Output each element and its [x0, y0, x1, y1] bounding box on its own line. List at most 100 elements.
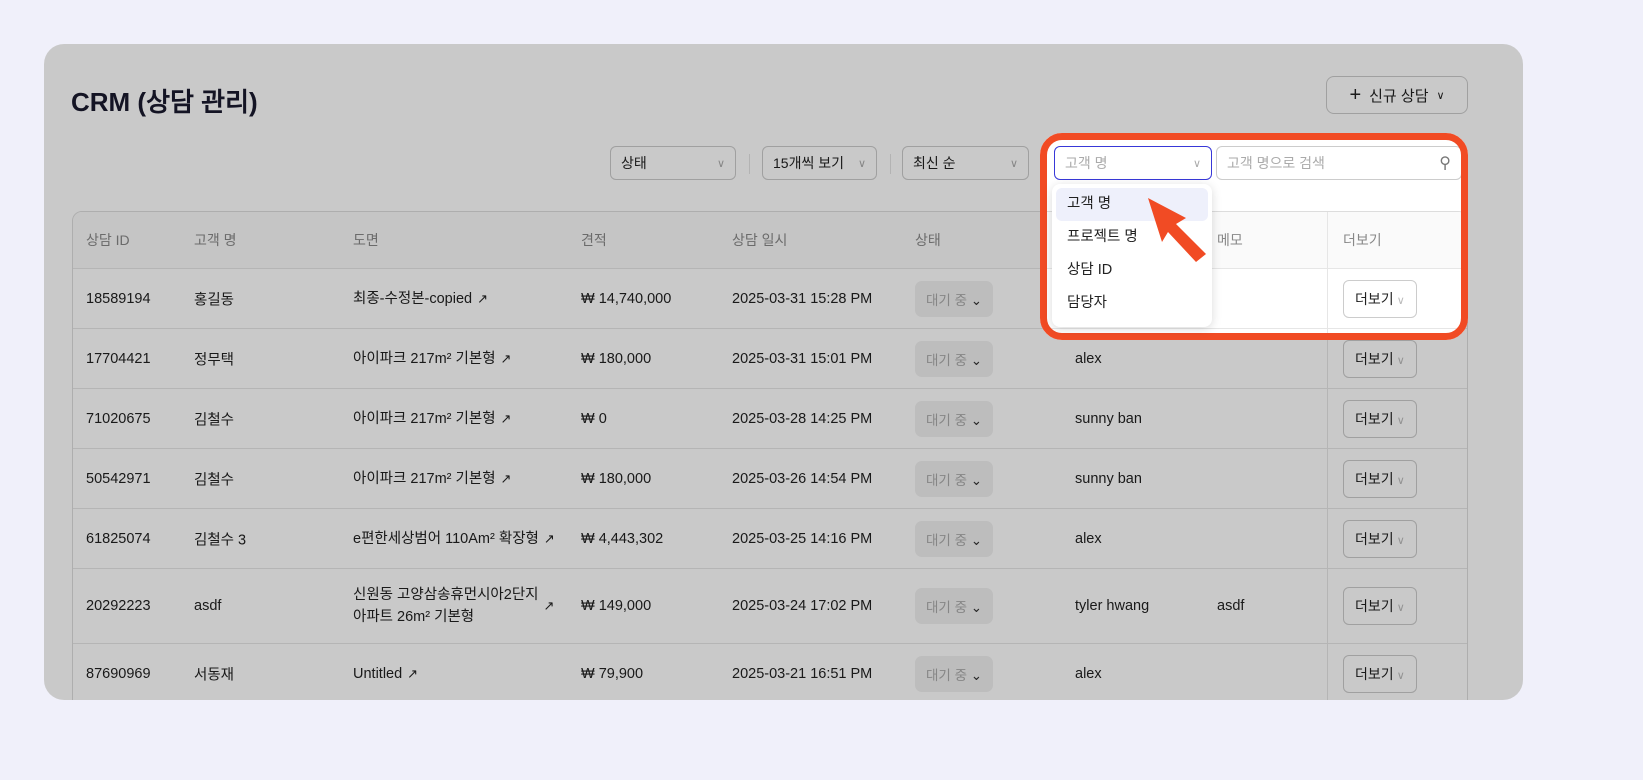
status-filter[interactable]: 상태 ∨: [610, 146, 736, 180]
cell-customer: 정무택: [194, 352, 235, 368]
chevron-down-icon: ∨: [1393, 534, 1405, 547]
sort-label: 최신 순: [913, 155, 956, 171]
search-placeholder: 고객 명으로 검색: [1227, 155, 1325, 171]
more-dropdown[interactable]: 더보기 ∨: [1343, 587, 1417, 625]
chevron-down-icon: ⌄: [967, 412, 983, 428]
more-dropdown[interactable]: 더보기 ∨: [1343, 279, 1417, 318]
cell-customer: 홍길동: [194, 292, 235, 308]
more-dropdown[interactable]: 더보기 ∨: [1343, 339, 1417, 378]
cell-estimate: ₩ 79,900: [581, 665, 644, 682]
more-label: 더보기: [1355, 290, 1394, 307]
external-link-icon[interactable]: ↗: [501, 471, 512, 486]
cell-manager: sunny ban: [1075, 470, 1142, 487]
cell-drawing[interactable]: 아이파크 217m² 기본형 ↗: [353, 348, 511, 370]
drawing-link[interactable]: 아이파크 217m² 기본형: [353, 468, 496, 490]
more-dropdown[interactable]: 더보기 ∨: [1343, 459, 1417, 498]
chevron-down-icon: ∨: [1393, 294, 1405, 307]
external-link-icon[interactable]: ↗: [477, 291, 488, 306]
column-header-id: 상담 ID: [86, 232, 130, 248]
cell-estimate: ₩ 180,000: [581, 350, 652, 367]
crm-card: CRM (상담 관리) + 신규 상담 ∨ 상태 ∨ 15개씩 보기 ∨ 최신 순 ∨ 고…: [44, 44, 1523, 700]
table-row[interactable]: 18589194 홍길동 최종-수정본-copied ↗ ₩ 14,740,000 202…: [73, 269, 1467, 329]
drawing-link[interactable]: Untitled: [353, 663, 402, 685]
status-dropdown[interactable]: 대기 중 ⌄: [915, 280, 994, 317]
table-row[interactable]: 17704421 정무택 아이파크 217m² 기본형 ↗ ₩ 180,000 2025-…: [73, 329, 1467, 389]
more-label: 더보기: [1355, 350, 1394, 367]
table-row[interactable]: 50542971 김철수 아이파크 217m² 기본형 ↗ ₩ 180,000 2025-…: [73, 449, 1467, 509]
status-label: 대기 중: [926, 352, 968, 368]
status-dropdown[interactable]: 대기 중 ⌄: [915, 520, 994, 557]
cell-id: 17704421: [86, 350, 151, 367]
cell-manager: alex: [1075, 350, 1102, 367]
cell-datetime: 2025-03-24 17:02 PM: [732, 598, 873, 614]
status-dropdown[interactable]: 대기 중 ⌄: [915, 400, 994, 437]
external-link-icon[interactable]: ↗: [407, 666, 418, 681]
cell-drawing[interactable]: Untitled ↗: [353, 663, 418, 685]
drawing-link[interactable]: 최종-수정본-copied: [353, 288, 472, 310]
cell-datetime: 2025-03-21 16:51 PM: [732, 665, 873, 682]
cell-datetime: 2025-03-25 14:16 PM: [732, 530, 873, 547]
column-header-status: 상태: [915, 232, 941, 248]
status-label: 대기 중: [926, 292, 968, 308]
new-consultation-label: 신규 상담: [1369, 87, 1429, 105]
table-row[interactable]: 87690969 서동재 Untitled ↗ ₩ 79,900 2025-03-21 1…: [73, 644, 1467, 700]
cell-customer: asdf: [194, 598, 222, 614]
more-dropdown[interactable]: 더보기 ∨: [1343, 399, 1417, 438]
table-row[interactable]: 61825074 김철수 3 e편한세상범어 110Am² 확장형 ↗ ₩ 4,443,…: [73, 509, 1467, 569]
status-dropdown[interactable]: 대기 중 ⌄: [915, 340, 994, 377]
more-dropdown[interactable]: 더보기 ∨: [1343, 654, 1417, 693]
chevron-down-icon: ∨: [716, 157, 725, 170]
status-dropdown[interactable]: 대기 중 ⌄: [915, 588, 994, 624]
external-link-icon[interactable]: ↗: [544, 598, 555, 613]
cell-manager: alex: [1075, 530, 1102, 547]
divider: [890, 154, 891, 174]
cell-drawing[interactable]: 아이파크 217m² 기본형 ↗: [353, 408, 511, 430]
drawing-link[interactable]: 아이파크 217m² 기본형: [353, 348, 496, 370]
cell-manager: sunny ban: [1075, 410, 1142, 427]
menu-item[interactable]: 담당자: [1056, 287, 1208, 320]
column-header-more: 더보기: [1343, 232, 1382, 248]
search-input[interactable]: 고객 명으로 검색 ⚲: [1216, 146, 1462, 180]
chevron-down-icon: ∨: [1393, 669, 1405, 682]
page-size-select[interactable]: 15개씩 보기 ∨: [762, 146, 877, 180]
chevron-down-icon: ∨: [857, 157, 866, 170]
table-row[interactable]: 20292223 asdf 신원동 고양삼송휴먼시아2단지 아파트 26m² 기본형…: [73, 569, 1467, 644]
chevron-down-icon: ⌄: [967, 472, 983, 488]
drawing-link[interactable]: e편한세상범어 110Am² 확장형: [353, 528, 539, 550]
search-icon[interactable]: ⚲: [1439, 153, 1451, 173]
cell-datetime: 2025-03-28 14:25 PM: [732, 410, 873, 427]
cell-datetime: 2025-03-26 14:54 PM: [732, 470, 873, 487]
status-dropdown[interactable]: 대기 중 ⌄: [915, 655, 994, 692]
external-link-icon[interactable]: ↗: [501, 351, 512, 366]
cell-memo: asdf: [1217, 598, 1245, 614]
cell-estimate: ₩ 14,740,000: [581, 290, 672, 307]
chevron-down-icon: ⌄: [967, 352, 983, 368]
cell-estimate: ₩ 0: [581, 410, 607, 427]
pointer-arrow-icon: [1148, 198, 1206, 262]
external-link-icon[interactable]: ↗: [544, 531, 555, 546]
drawing-link[interactable]: 아이파크 217m² 기본형: [353, 408, 496, 430]
cell-drawing[interactable]: 신원동 고양삼송휴먼시아2단지 아파트 26m² 기본형 ↗: [353, 584, 554, 628]
new-consultation-button[interactable]: + 신규 상담 ∨: [1326, 76, 1468, 114]
cell-drawing[interactable]: 아이파크 217m² 기본형 ↗: [353, 468, 511, 490]
external-link-icon[interactable]: ↗: [501, 411, 512, 426]
status-label: 대기 중: [926, 532, 968, 548]
more-dropdown[interactable]: 더보기 ∨: [1343, 519, 1417, 558]
chevron-down-icon: ⌄: [967, 292, 983, 308]
chevron-down-icon: ∨: [1393, 414, 1405, 427]
cell-drawing[interactable]: 최종-수정본-copied ↗: [353, 288, 488, 310]
cell-drawing[interactable]: e편한세상범어 110Am² 확장형 ↗: [353, 528, 555, 550]
sort-select[interactable]: 최신 순 ∨: [902, 146, 1029, 180]
status-dropdown[interactable]: 대기 중 ⌄: [915, 460, 994, 497]
status-filter-label: 상태: [621, 155, 647, 171]
drawing-link[interactable]: 신원동 고양삼송휴먼시아2단지 아파트 26m² 기본형: [353, 584, 539, 628]
cell-manager: alex: [1075, 665, 1102, 682]
cell-id: 50542971: [86, 470, 151, 487]
page-title: CRM (상담 관리): [71, 87, 258, 117]
cell-id: 20292223: [86, 598, 151, 614]
search-field-select[interactable]: 고객 명 ∨: [1054, 146, 1212, 180]
more-label: 더보기: [1355, 598, 1394, 614]
table-row[interactable]: 71020675 김철수 아이파크 217m² 기본형 ↗ ₩ 0 2025-03-28 …: [73, 389, 1467, 449]
column-header-datetime: 상담 일시: [732, 232, 788, 248]
column-header-estimate: 견적: [581, 232, 607, 248]
